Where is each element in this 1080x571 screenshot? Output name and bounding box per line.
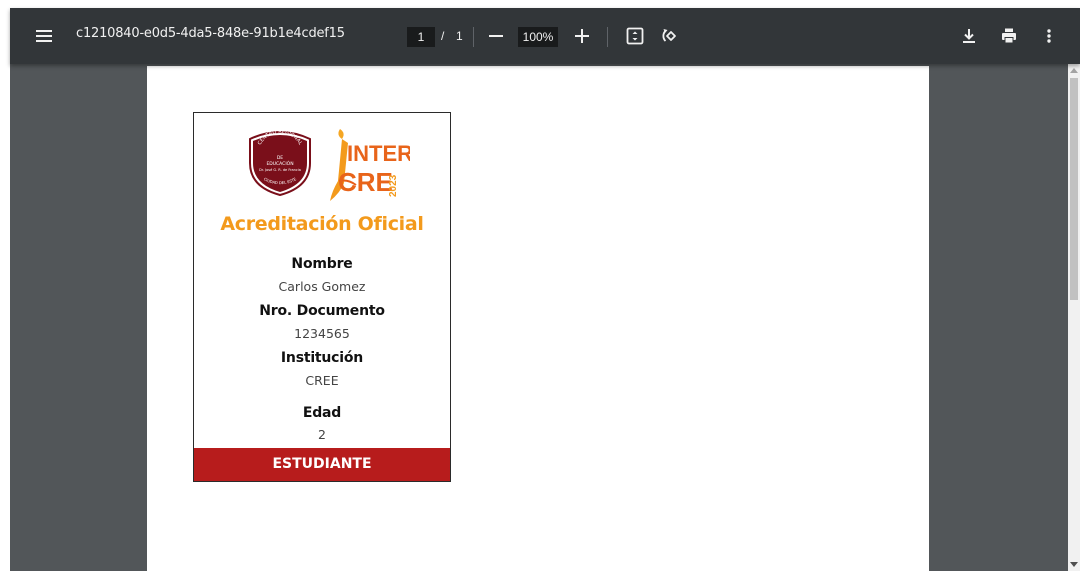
zoom-in-icon[interactable] — [570, 24, 594, 48]
age-value: 2 — [318, 427, 326, 442]
fit-page-icon[interactable] — [623, 24, 647, 48]
svg-text:2023: 2023 — [388, 174, 399, 197]
top-strip — [0, 0, 1080, 8]
rotate-icon[interactable] — [658, 24, 682, 48]
document-number-value: 1234565 — [294, 326, 350, 341]
document-viewport[interactable]: CENTRO REGIONAL DE EDUCACIÓN Dr. José G.… — [10, 64, 1068, 571]
role-badge: ESTUDIANTE — [194, 448, 450, 481]
scroll-up-arrow-icon[interactable] — [1070, 68, 1078, 73]
institution-value: CREE — [305, 373, 339, 388]
page-number-input[interactable] — [407, 27, 435, 47]
pdf-viewer-screen: c1210840-e0d5-4da5-848e-91b1e4cdef15 / 1… — [0, 0, 1080, 571]
document-title: c1210840-e0d5-4da5-848e-91b1e4cdef15 — [76, 26, 345, 41]
name-label: Nombre — [291, 256, 353, 272]
svg-text:CRE: CRE — [338, 167, 393, 197]
card-title: Acreditación Oficial — [220, 213, 424, 235]
menu-icon[interactable] — [32, 24, 56, 48]
page-total: 1 — [456, 29, 463, 43]
school-crest-logo: CENTRO REGIONAL DE EDUCACIÓN Dr. José G.… — [249, 129, 311, 197]
svg-text:DE: DE — [277, 155, 283, 161]
pdf-toolbar: c1210840-e0d5-4da5-848e-91b1e4cdef15 / 1… — [10, 8, 1080, 64]
svg-text:Dr. José G. R. de Francia: Dr. José G. R. de Francia — [259, 168, 301, 172]
zoom-level-input[interactable]: 100% — [518, 27, 558, 47]
logo-row: CENTRO REGIONAL DE EDUCACIÓN Dr. José G.… — [194, 113, 452, 207]
download-icon[interactable] — [957, 24, 981, 48]
intercre-event-logo: INTER CRE 2023 — [330, 129, 410, 201]
accreditation-card: CENTRO REGIONAL DE EDUCACIÓN Dr. José G.… — [193, 112, 451, 482]
name-value: Carlos Gomez — [278, 279, 366, 294]
institution-label: Institución — [280, 350, 364, 366]
toolbar-divider — [607, 27, 608, 47]
scroll-down-arrow-icon[interactable] — [1070, 562, 1078, 567]
svg-text:INTER: INTER — [347, 141, 410, 166]
zoom-out-icon[interactable] — [484, 24, 508, 48]
page-separator: / — [441, 29, 445, 43]
pdf-page: CENTRO REGIONAL DE EDUCACIÓN Dr. José G.… — [147, 66, 929, 571]
more-vert-icon[interactable] — [1037, 24, 1061, 48]
vertical-scrollbar[interactable] — [1068, 64, 1080, 571]
document-number-label: Nro. Documento — [259, 303, 385, 319]
age-label: Edad — [302, 405, 342, 421]
print-icon[interactable] — [997, 24, 1021, 48]
toolbar-divider — [473, 27, 474, 47]
scroll-thumb[interactable] — [1070, 78, 1078, 300]
svg-text:EDUCACIÓN: EDUCACIÓN — [266, 160, 293, 167]
